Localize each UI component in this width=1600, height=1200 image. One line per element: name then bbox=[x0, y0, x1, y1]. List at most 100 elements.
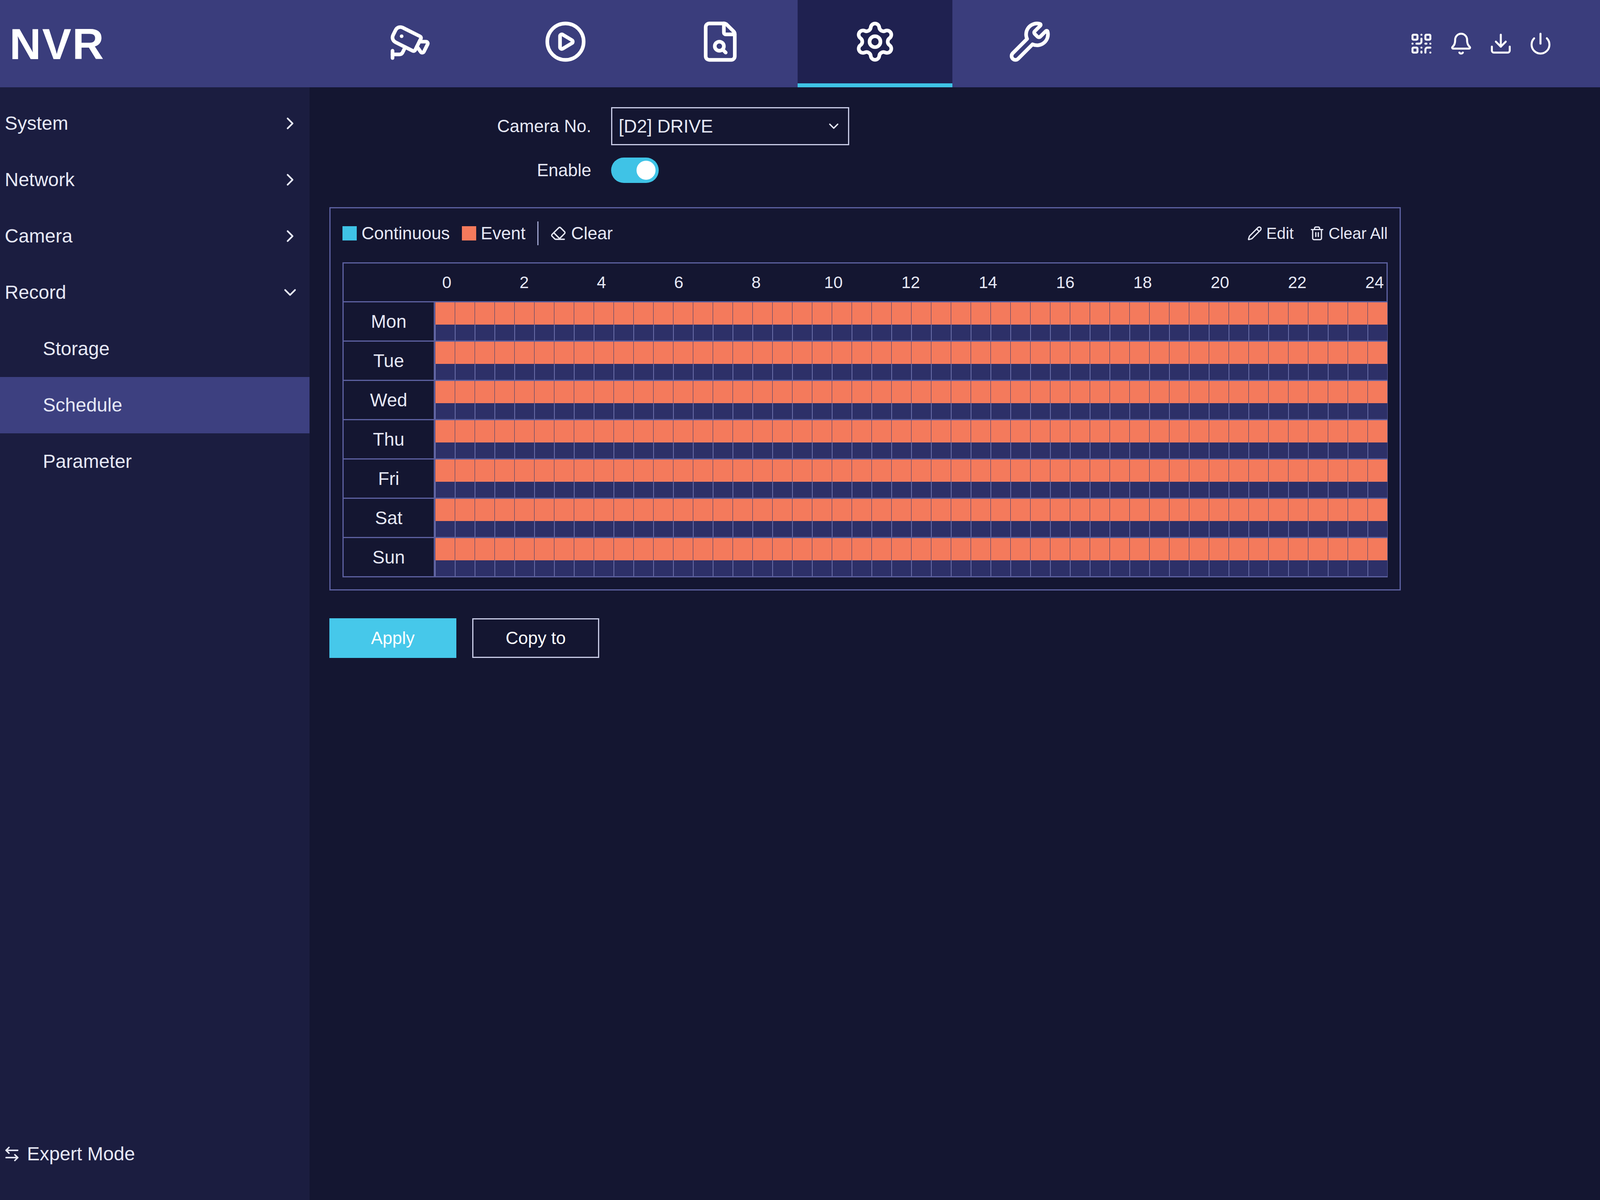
time-fill bbox=[732, 420, 753, 443]
time-fill bbox=[534, 341, 554, 364]
schedule-grid[interactable]: 024681012141618202224MonTueWedThuFriSatS… bbox=[342, 262, 1388, 578]
time-fill bbox=[851, 380, 872, 404]
sidebar-item[interactable]: Camera bbox=[0, 207, 310, 265]
time-fill bbox=[692, 459, 713, 482]
time-fill bbox=[1268, 420, 1289, 443]
day-row[interactable]: Sat bbox=[343, 497, 1387, 537]
time-fill bbox=[891, 380, 912, 404]
time-fill bbox=[990, 498, 1011, 522]
time-fill bbox=[990, 302, 1011, 325]
expert-mode[interactable]: Expert Mode bbox=[0, 1139, 310, 1193]
sidebar-subitem[interactable]: Schedule bbox=[0, 376, 310, 434]
time-fill bbox=[950, 459, 971, 482]
day-row[interactable]: Sun bbox=[343, 536, 1387, 577]
camera-label: Camera No. bbox=[472, 113, 592, 140]
time-fill bbox=[1109, 380, 1130, 404]
top-bar: NVR bbox=[0, 0, 1600, 88]
time-fill bbox=[673, 498, 693, 522]
time-fill bbox=[1327, 459, 1348, 482]
time-fill bbox=[633, 459, 654, 482]
download-icon[interactable] bbox=[1488, 31, 1513, 56]
time-fill bbox=[633, 420, 654, 443]
time-fill bbox=[613, 380, 634, 404]
time-fill bbox=[573, 380, 594, 404]
time-fill bbox=[474, 420, 495, 443]
time-fill bbox=[1248, 420, 1269, 443]
time-fill bbox=[1089, 302, 1110, 325]
time-fill bbox=[573, 538, 594, 561]
time-fill bbox=[950, 341, 971, 364]
time-fill bbox=[831, 420, 852, 443]
clear-button[interactable]: Clear bbox=[550, 220, 613, 247]
time-fill bbox=[1367, 498, 1388, 522]
time-fill bbox=[1149, 341, 1170, 364]
time-fill bbox=[930, 341, 951, 364]
time-fill bbox=[930, 459, 951, 482]
main-tab[interactable] bbox=[952, 0, 1108, 88]
time-fill bbox=[474, 459, 495, 482]
day-label: Sat bbox=[343, 498, 435, 537]
sidebar-item[interactable]: Record bbox=[0, 264, 310, 321]
time-fill bbox=[950, 420, 971, 443]
sidebar-subitem[interactable]: Parameter bbox=[0, 433, 310, 490]
pencil-icon bbox=[1247, 225, 1263, 241]
day-row[interactable]: Mon bbox=[343, 301, 1387, 341]
time-fill bbox=[494, 380, 515, 404]
main-tab[interactable] bbox=[333, 0, 489, 88]
enable-toggle[interactable] bbox=[611, 157, 659, 183]
day-row[interactable]: Thu bbox=[343, 419, 1387, 459]
qr-code-icon[interactable] bbox=[1409, 31, 1434, 56]
bell-icon[interactable] bbox=[1449, 31, 1474, 56]
time-fill bbox=[712, 420, 733, 443]
time-fill bbox=[1129, 498, 1150, 522]
day-label: Mon bbox=[343, 302, 435, 341]
time-fill bbox=[772, 420, 793, 443]
schedule-panel: Continuous Event Clear Edit Clear All 0246810… bbox=[329, 207, 1401, 591]
time-fill bbox=[1089, 420, 1110, 443]
sidebar-item[interactable]: System bbox=[0, 95, 310, 152]
time-fill bbox=[1327, 420, 1348, 443]
copy-to-button[interactable]: Copy to bbox=[472, 618, 600, 658]
time-fill bbox=[1188, 341, 1209, 364]
time-fill bbox=[792, 498, 812, 522]
time-fill bbox=[871, 380, 892, 404]
time-fill bbox=[732, 498, 753, 522]
time-fill bbox=[653, 459, 674, 482]
main-tab[interactable] bbox=[488, 0, 643, 88]
time-fill bbox=[474, 538, 495, 561]
time-fill bbox=[593, 302, 614, 325]
time-fill bbox=[851, 302, 872, 325]
camera-select[interactable]: [D2] DRIVE bbox=[611, 107, 850, 146]
apply-button[interactable]: Apply bbox=[329, 618, 457, 658]
legend-item[interactable]: Event bbox=[461, 220, 526, 247]
day-row[interactable]: Tue bbox=[343, 340, 1387, 380]
sidebar-subitem[interactable]: Storage bbox=[0, 320, 310, 377]
power-icon[interactable] bbox=[1528, 31, 1553, 56]
time-fill bbox=[613, 420, 634, 443]
day-row[interactable]: Wed bbox=[343, 379, 1387, 420]
clear-all-button[interactable]: Clear All bbox=[1309, 221, 1388, 246]
time-fill bbox=[792, 380, 812, 404]
time-fill bbox=[514, 538, 535, 561]
main-tab[interactable] bbox=[797, 0, 953, 88]
time-fill bbox=[1169, 302, 1189, 325]
time-fill bbox=[1307, 498, 1328, 522]
edit-button[interactable]: Edit bbox=[1247, 221, 1294, 246]
time-fill bbox=[1188, 459, 1209, 482]
time-fill bbox=[831, 538, 852, 561]
day-row[interactable]: Fri bbox=[343, 458, 1387, 498]
time-fill bbox=[871, 498, 892, 522]
sidebar-item[interactable]: Network bbox=[0, 151, 310, 208]
time-fill bbox=[1109, 498, 1130, 522]
time-fill bbox=[1307, 420, 1328, 443]
time-fill bbox=[1288, 538, 1308, 561]
time-fill bbox=[573, 302, 594, 325]
time-fill bbox=[1050, 380, 1070, 404]
main-tab[interactable] bbox=[642, 0, 798, 88]
time-fill bbox=[891, 498, 912, 522]
time-fill bbox=[1288, 302, 1308, 325]
time-fill bbox=[1010, 538, 1031, 561]
time-fill bbox=[712, 380, 733, 404]
legend-item[interactable]: Continuous bbox=[342, 220, 450, 247]
time-fill bbox=[1188, 420, 1209, 443]
